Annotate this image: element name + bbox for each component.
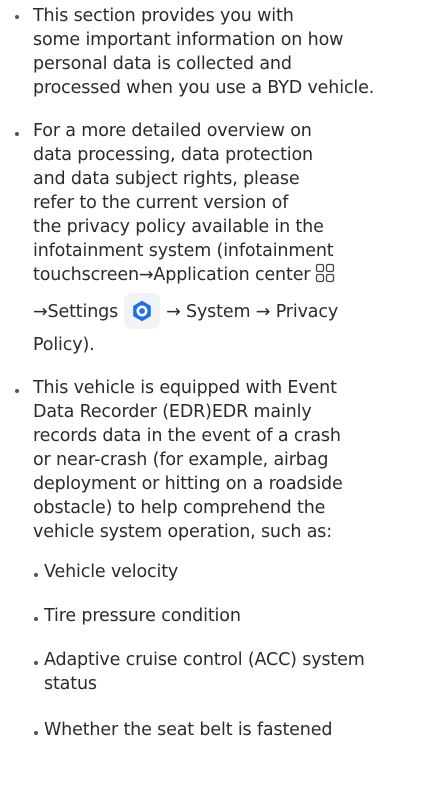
bullet-privacy-policy: For a more detailed overview on data pro… [10,119,408,357]
edr-data-sub-list: Vehicle velocity Tire pressure condition… [33,560,408,742]
app-center-line: touchscreen→Application center [33,263,408,287]
text-line: some important information on how [33,30,344,50]
text-line: This vehicle is equipped with Event [33,378,337,398]
text-line: deployment or hitting on a roadside [33,474,343,494]
text-line: the privacy policy available in the [33,217,324,237]
text-line: vehicle system operation, such as: [33,522,332,542]
text-line: For a more detailed overview on [33,121,312,141]
bullet-event-data-recorder: This vehicle is equipped with Event Data… [10,376,408,742]
text-line: and data subject rights, please [33,169,300,189]
settings-path-suffix: → System → Privacy [166,302,339,322]
text-line: Policy). [33,335,95,355]
text-line: Data Recorder (EDR)EDR mainly [33,402,312,422]
settings-path-prefix: →Settings [33,302,119,322]
text-line: records data in the event of a crash [33,426,341,446]
settings-path-line: →Settings → System → Privacy [33,293,408,331]
text-line: or near-crash (for example, airbag [33,450,329,470]
sub-item-acc-status: Adaptive cruise control (ACC) system sta… [33,648,408,696]
info-bullet-list: This section provides you with some impo… [10,0,408,742]
manual-page: This section provides you with some impo… [0,0,422,811]
sub-item-seat-belt: Whether the seat belt is fastened [33,718,408,742]
text-line: data processing, data protection [33,145,313,165]
sub-item-tire-pressure: Tire pressure condition [33,604,408,628]
text-line: infotainment system (infotainment [33,241,334,261]
text-line: This section provides you with [33,6,294,26]
text-line: processed when you use a BYD vehicle. [33,78,375,98]
text-line: obstacle) to help comprehend the [33,498,326,518]
sub-item-vehicle-velocity: Vehicle velocity [33,560,408,584]
text-line: refer to the current version of [33,193,289,213]
settings-gear-icon [124,293,161,329]
app-center-grid-icon [315,263,335,283]
text-line: personal data is collected and [33,54,292,74]
text-line: touchscreen→Application center [33,265,311,285]
bullet-personal-data-intro: This section provides you with some impo… [10,0,408,100]
